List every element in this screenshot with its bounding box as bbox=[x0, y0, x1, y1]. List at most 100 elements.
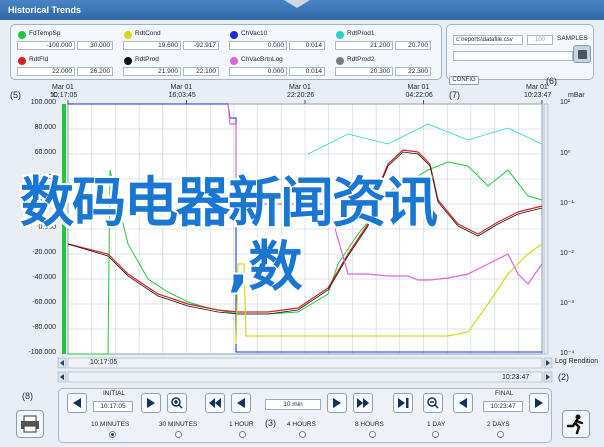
channel-max-field[interactable]: 0.014 bbox=[289, 67, 325, 76]
samples-label: SAMPLES bbox=[557, 35, 588, 42]
time-axis-time: 10:17:05 bbox=[50, 92, 78, 99]
range-radio[interactable] bbox=[239, 431, 246, 438]
time-axis-time: 04:22:06 bbox=[405, 92, 433, 99]
last-button[interactable] bbox=[529, 393, 549, 413]
triangle-right-icon bbox=[535, 398, 543, 408]
range-radio[interactable] bbox=[497, 431, 504, 438]
channel-item[interactable]: RdtProd 21.900 22.100 bbox=[121, 54, 221, 76]
end-time-readout: 10:23:47 bbox=[502, 374, 530, 381]
callout-5: (5) bbox=[10, 90, 21, 100]
channel-color-dot bbox=[230, 57, 238, 65]
zoom-in-button[interactable] bbox=[167, 393, 187, 413]
channel-min-field[interactable]: 0.000 bbox=[229, 67, 287, 76]
time-axis-time: 16:03:45 bbox=[168, 92, 196, 99]
end-button[interactable] bbox=[393, 393, 413, 413]
forward-button[interactable] bbox=[327, 393, 347, 413]
channel-item[interactable]: ChVac10 0.000 0.014 bbox=[227, 28, 327, 50]
range-radio[interactable] bbox=[299, 431, 306, 438]
channel-name: RdtProd1 bbox=[347, 30, 375, 37]
save-button[interactable] bbox=[573, 45, 591, 63]
triangle-left-icon bbox=[73, 398, 81, 408]
callout-3: (3) bbox=[265, 418, 276, 428]
time-axis-date: Mar 01 bbox=[170, 84, 193, 91]
time-axis-date: Mar 01 bbox=[526, 84, 548, 91]
run-button[interactable] bbox=[562, 410, 590, 438]
time-axis-time: 10:23:47 bbox=[524, 92, 552, 99]
channel-item[interactable]: RdtProd1 21.200 20.700 bbox=[333, 28, 433, 50]
right-axis-tick-label: 10⁻² bbox=[560, 250, 574, 257]
channel-color-dot bbox=[124, 31, 132, 39]
initial-label: INITIAL bbox=[103, 390, 126, 397]
fast-forward-button[interactable] bbox=[353, 393, 373, 413]
channel-name: ChVac10 bbox=[241, 30, 268, 37]
left-axis-tick-label: 100.000 bbox=[30, 99, 56, 106]
start-time-readout: 10:17:05 bbox=[90, 359, 118, 366]
file-path-field[interactable]: c:\reports\datafile.csv bbox=[453, 35, 523, 45]
range-radio[interactable] bbox=[432, 431, 439, 438]
callout-2: (2) bbox=[558, 372, 569, 382]
printer-icon bbox=[21, 415, 39, 433]
time-axis-time: 22:20:26 bbox=[287, 92, 315, 99]
zoom-out-button[interactable] bbox=[423, 393, 443, 413]
triangle-right-icon bbox=[147, 398, 155, 408]
left-axis-tick-label: 80.000 bbox=[34, 124, 56, 131]
fast-rewind-button[interactable] bbox=[205, 393, 225, 413]
channel-name: RdtProd2 bbox=[347, 56, 375, 63]
channel-item[interactable]: RdtCond 19.600 -92.917 bbox=[121, 28, 221, 50]
channel-max-field[interactable]: 0.014 bbox=[289, 41, 325, 50]
channel-name: RdtFld bbox=[29, 56, 49, 63]
channel-max-field[interactable]: 20.700 bbox=[395, 41, 431, 50]
channel-min-field[interactable]: -100.000 bbox=[17, 41, 75, 50]
triangle-right-icon bbox=[333, 398, 341, 408]
double-right-icon bbox=[357, 398, 369, 408]
channel-item[interactable]: FdTempSp -100.000 30.000 bbox=[15, 28, 115, 50]
range-radio[interactable] bbox=[175, 431, 182, 438]
channel-name: RdtProd bbox=[135, 56, 159, 63]
channel-legend-panel: FdTempSp -100.000 30.000 RdtCond 19.600 … bbox=[10, 24, 442, 80]
channel-max-field[interactable]: 26.200 bbox=[77, 67, 113, 76]
time-axis-date: Mar 01 bbox=[52, 84, 74, 91]
rewind-button[interactable] bbox=[231, 393, 251, 413]
print-button[interactable] bbox=[16, 410, 44, 438]
interval-field[interactable]: 10 min bbox=[265, 399, 321, 410]
zoom-out-icon bbox=[427, 397, 439, 409]
channel-max-field[interactable]: 30.000 bbox=[77, 41, 113, 50]
channel-max-field[interactable]: -92.917 bbox=[183, 41, 219, 50]
callout-7: (7) bbox=[449, 90, 460, 100]
channel-max-field[interactable]: 22.300 bbox=[395, 67, 431, 76]
right-unit-label: mBar bbox=[568, 92, 585, 99]
channel-min-field[interactable]: 21.200 bbox=[335, 41, 393, 50]
first-button[interactable] bbox=[67, 393, 87, 413]
channel-item[interactable]: RdtProd2 20.300 22.300 bbox=[333, 54, 433, 76]
channel-item[interactable]: ChVacBrtnLog 0.000 0.014 bbox=[227, 54, 327, 76]
range-label: 1 DAY bbox=[427, 421, 446, 428]
channel-max-field[interactable]: 22.100 bbox=[183, 67, 219, 76]
initial-time-field[interactable]: 10:17:05 bbox=[93, 401, 133, 412]
channel-name: ChVacBrtnLog bbox=[241, 56, 283, 63]
range-label: 8 HOURS bbox=[355, 421, 384, 428]
time-scrollbar-top[interactable] bbox=[67, 357, 543, 369]
channel-color-dot bbox=[336, 57, 344, 65]
range-label: 4 HOURS bbox=[287, 421, 316, 428]
final-time-field[interactable]: 10:23:47 bbox=[483, 401, 523, 412]
channel-item[interactable]: RdtFld 22.000 26.200 bbox=[15, 54, 115, 76]
step-forward-button[interactable] bbox=[141, 393, 161, 413]
channel-min-field[interactable]: 21.900 bbox=[123, 67, 181, 76]
triangle-left-icon bbox=[459, 398, 467, 408]
zoom-in-icon bbox=[171, 397, 183, 409]
range-radio[interactable] bbox=[109, 431, 116, 438]
config-panel: c:\reports\datafile.csv 100 SAMPLES bbox=[446, 24, 594, 80]
samples-field[interactable]: 100 bbox=[527, 35, 553, 45]
config-toggle-button[interactable]: CONFIG bbox=[449, 76, 479, 85]
trend-chart-svg bbox=[57, 100, 553, 383]
step-back-button[interactable] bbox=[453, 393, 473, 413]
range-radio[interactable] bbox=[369, 431, 376, 438]
channel-min-field[interactable]: 19.600 bbox=[123, 41, 181, 50]
channel-color-dot bbox=[18, 31, 26, 39]
channel-min-field[interactable]: 22.000 bbox=[17, 67, 75, 76]
left-axis-tick-label: -100.000 bbox=[28, 349, 56, 356]
channel-name: FdTempSp bbox=[29, 30, 61, 37]
channel-min-field[interactable]: 0.000 bbox=[229, 41, 287, 50]
time-scrollbar-bottom[interactable] bbox=[67, 371, 543, 383]
channel-min-field[interactable]: 20.300 bbox=[335, 67, 393, 76]
